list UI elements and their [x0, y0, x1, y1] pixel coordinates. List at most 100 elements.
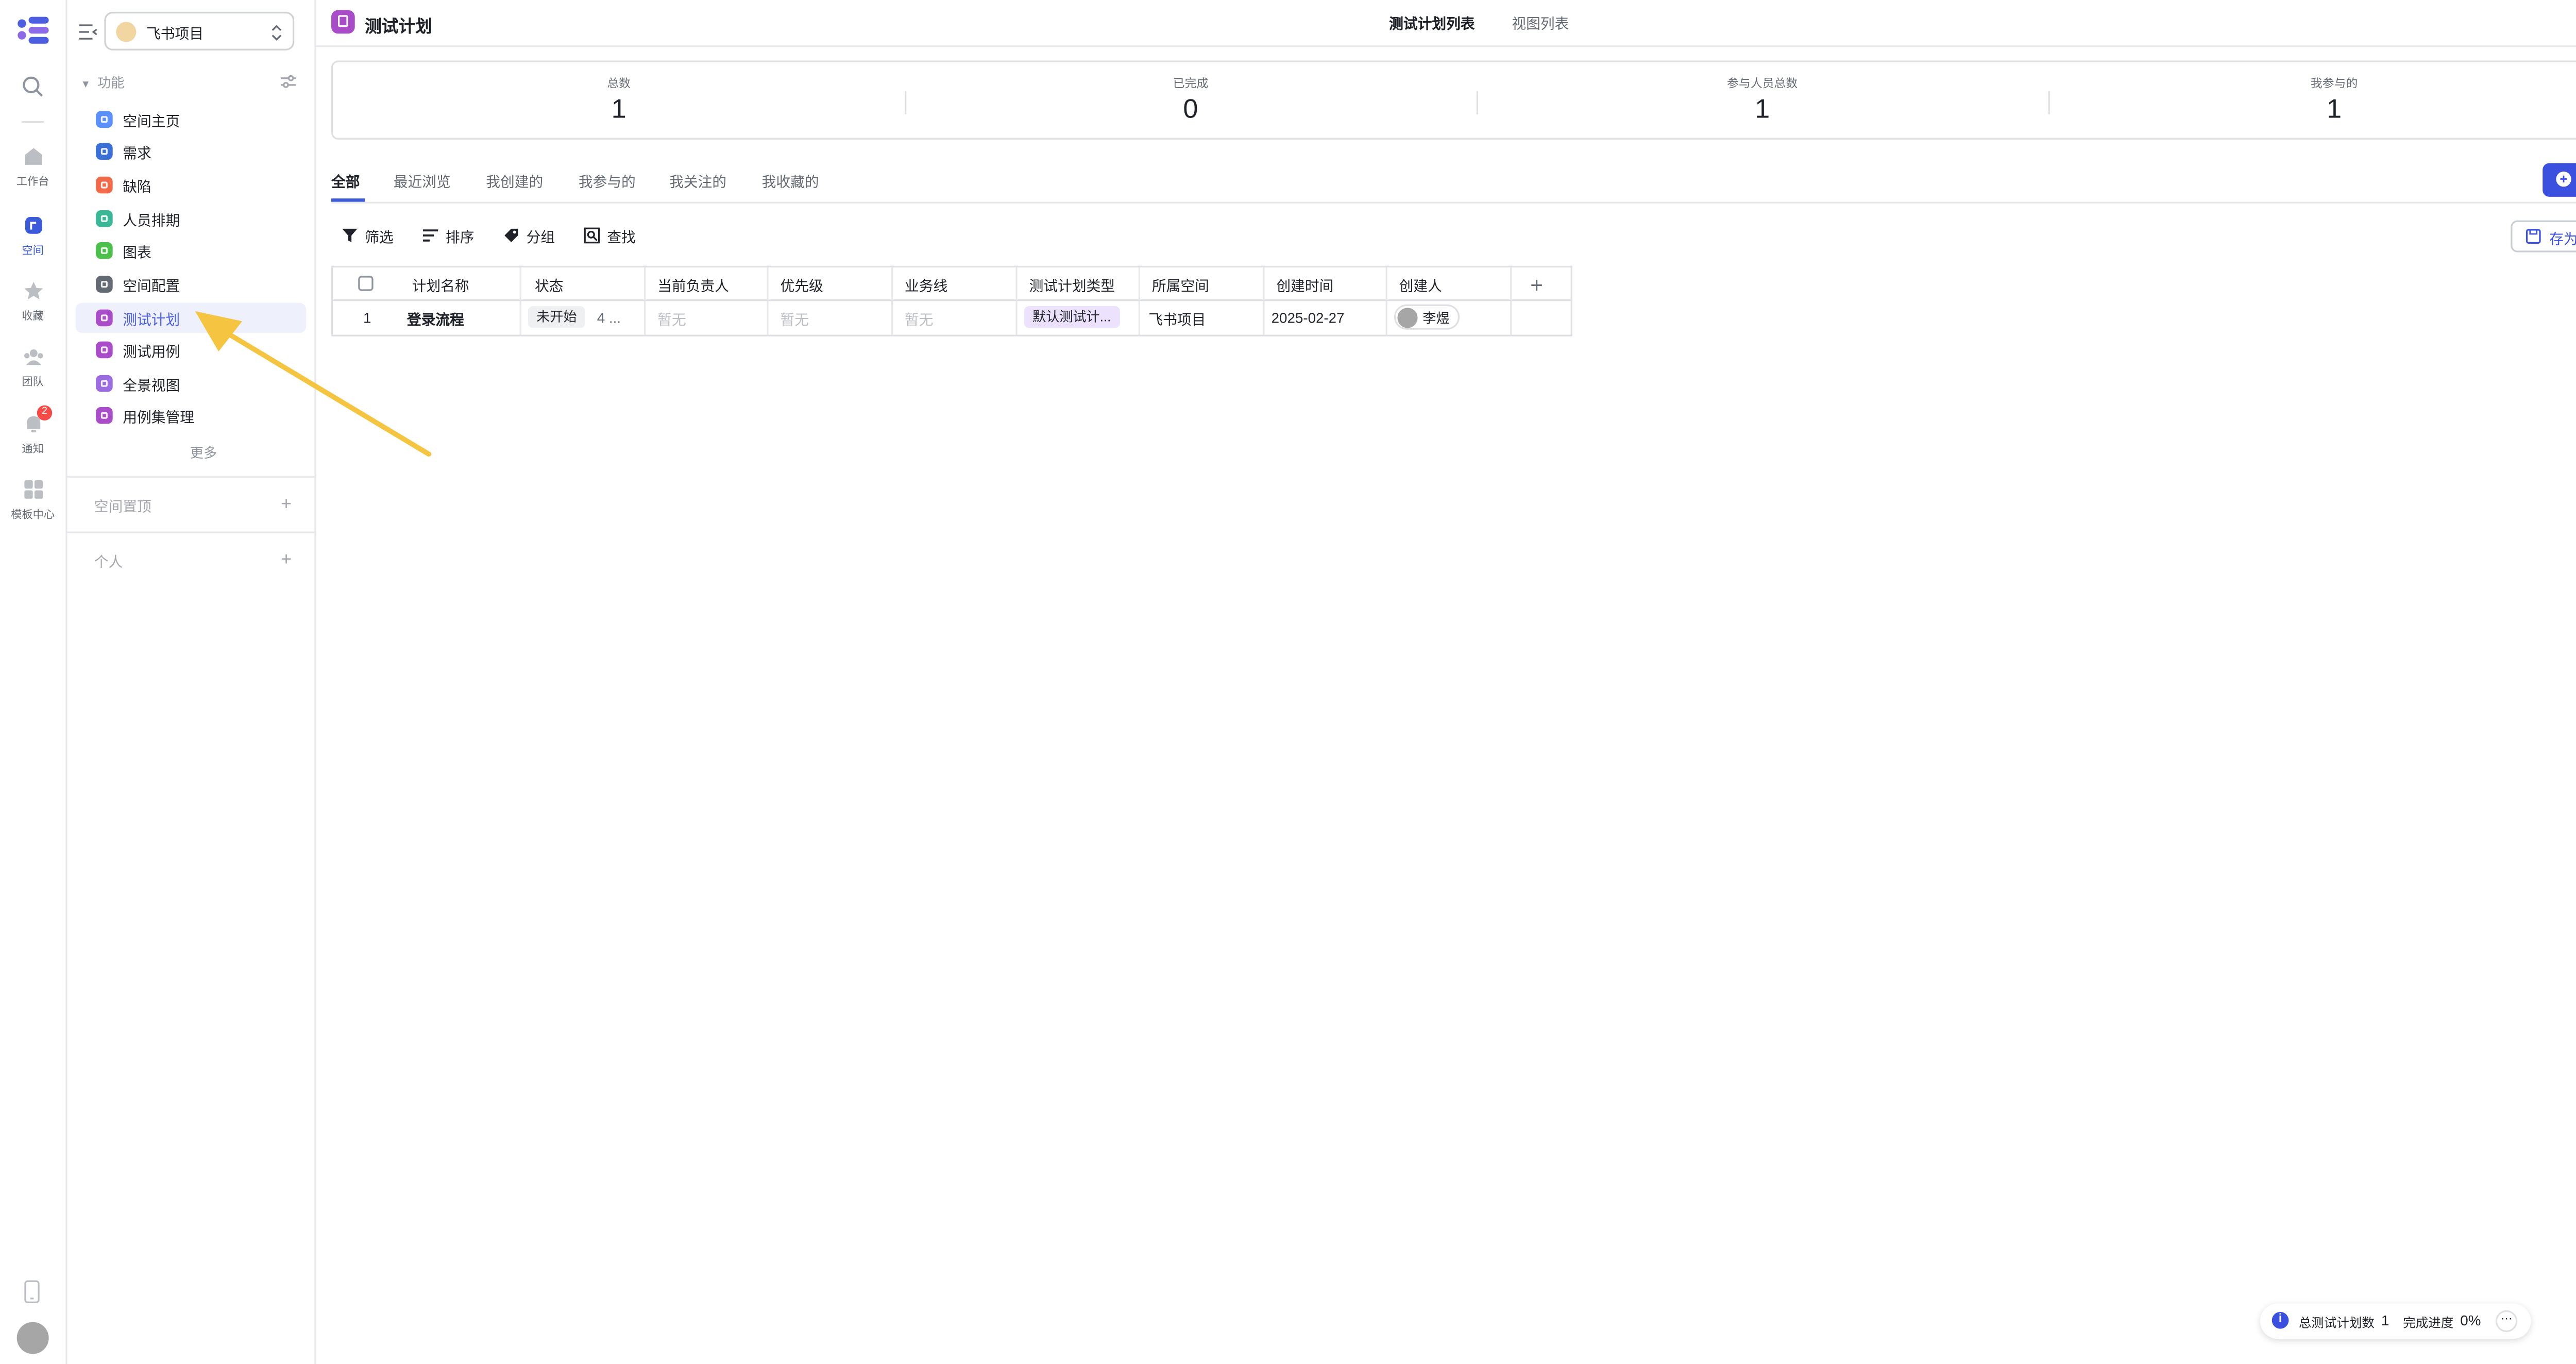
- owner-value: 暂无: [657, 311, 686, 328]
- test-plan-icon: [96, 309, 113, 327]
- project-selector[interactable]: 飞书项目: [104, 11, 295, 50]
- status-badge: 未开始: [528, 306, 585, 328]
- creator-name: 李煜: [1422, 311, 1450, 327]
- sidebar-item-label: 缺陷: [123, 178, 151, 195]
- settings-toggle-icon[interactable]: [281, 74, 296, 89]
- section-header-features[interactable]: ▼ 功能: [81, 74, 125, 93]
- rail-item-label: 通知: [22, 444, 44, 456]
- sidebar-item-label: 空间主页: [123, 112, 180, 130]
- add-column-icon[interactable]: +: [1530, 274, 1543, 296]
- status-cell[interactable]: 未开始 4 ...: [521, 301, 646, 335]
- sidebar-item-defects[interactable]: 缺陷: [76, 170, 306, 200]
- plan-type-badge: 默认测试计...: [1024, 306, 1120, 328]
- space-config-icon: [96, 276, 113, 293]
- column-header-label: 所属空间: [1151, 277, 1209, 295]
- tab-plan-list[interactable]: 测试计划列表: [1389, 13, 1475, 33]
- annotation-arrow: [195, 311, 432, 457]
- sort-icon: [422, 229, 438, 242]
- column-header-label: 计划名称: [412, 277, 469, 295]
- collapse-sidebar-icon[interactable]: [79, 24, 97, 41]
- sidebar-item-charts[interactable]: 图表: [76, 235, 306, 266]
- progress-value: 0%: [2460, 1311, 2481, 1329]
- sidebar-item-staffing[interactable]: 人员排期: [76, 204, 306, 234]
- filter-tab-created[interactable]: 我创建的: [486, 172, 543, 192]
- space-icon: [24, 217, 41, 234]
- rail-item-space[interactable]: 空间: [0, 214, 65, 258]
- filter-tab-favorited[interactable]: 我收藏的: [762, 172, 819, 192]
- total-plans-value: 1: [2381, 1311, 2389, 1329]
- save-icon: [2526, 229, 2541, 244]
- status-extra: 4 ...: [597, 309, 621, 327]
- stat-value: 1: [2326, 96, 2342, 125]
- add-pinned-icon[interactable]: +: [281, 495, 292, 514]
- filter-tab-recent[interactable]: 最近浏览: [394, 172, 451, 192]
- user-avatar[interactable]: [16, 1322, 49, 1354]
- filter-tab-followed[interactable]: 我关注的: [669, 172, 726, 192]
- plan-type-cell[interactable]: 默认测试计...: [1018, 301, 1141, 335]
- app-logo-icon[interactable]: [17, 15, 49, 44]
- stats-panel: 总数 1 已完成 0 参与人员总数 1 我参与的 1: [331, 60, 2576, 141]
- owner-cell[interactable]: 暂无: [646, 301, 769, 335]
- business-cell[interactable]: 暂无: [893, 301, 1018, 335]
- space-cell[interactable]: 飞书项目: [1140, 301, 1265, 335]
- rail-item-notifications[interactable]: 2 通知: [0, 405, 65, 456]
- personal-section-label[interactable]: 个人: [94, 552, 123, 572]
- column-header-owner[interactable]: 当前负责人: [646, 267, 769, 301]
- filter-tab-participated[interactable]: 我参与的: [579, 172, 636, 192]
- rail-item-favorites[interactable]: 收藏: [0, 279, 65, 323]
- rail-item-team[interactable]: 团队: [0, 345, 65, 389]
- add-personal-icon[interactable]: +: [281, 551, 292, 569]
- stat-label: 总数: [607, 79, 631, 91]
- avatar: [1397, 308, 1418, 328]
- template-icon: [23, 480, 42, 499]
- sidebar: 飞书项目 ▼ 功能 空间主页 需求 缺陷 人员排期 图表 空间配置 测试计划 测试用例 全景视图用…: [67, 0, 316, 1364]
- column-header-created-at[interactable]: 创建时间: [1264, 267, 1387, 301]
- column-header-priority[interactable]: 优先级: [768, 267, 893, 301]
- rail-item-templates[interactable]: 模板中心: [0, 478, 65, 521]
- rail-divider: [22, 121, 44, 123]
- info-icon: i: [2272, 1311, 2289, 1329]
- pinned-section-label[interactable]: 空间置顶: [94, 496, 151, 516]
- app-rail: 工作台 空间 收藏 团队 2 通知 模板中心: [0, 0, 67, 1364]
- sidebar-item-space-home[interactable]: 空间主页: [76, 104, 306, 134]
- sidebar-divider: [67, 531, 315, 533]
- column-header-label: 测试计划类型: [1029, 277, 1115, 295]
- stat-participants: 参与人员总数 1: [1477, 62, 2048, 141]
- filter-tab-all[interactable]: 全部: [331, 172, 360, 192]
- stat-value: 0: [1183, 96, 1198, 125]
- creator-cell[interactable]: 李煜: [1387, 301, 1512, 335]
- search-icon[interactable]: [22, 76, 43, 97]
- rail-item-label: 空间: [22, 245, 44, 258]
- column-header-space[interactable]: 所属空间: [1140, 267, 1265, 301]
- mobile-icon[interactable]: [22, 1280, 42, 1304]
- rail-item-workbench[interactable]: 工作台: [0, 145, 65, 189]
- column-header-status[interactable]: 状态: [521, 267, 646, 301]
- add-column-cell: +: [1512, 267, 1571, 301]
- plans-table: 计划名称 状态 当前负责人 优先级 业务线 测试计划类型 所属空间 创建时间 创…: [331, 265, 1572, 336]
- new-button[interactable]: + 新建: [2543, 163, 2576, 197]
- top-bar: 测试计划 测试计划列表 视图列表: [316, 0, 2576, 47]
- tabs-divider: [331, 201, 2576, 204]
- tab-view-list[interactable]: 视图列表: [1512, 13, 1569, 33]
- column-header-creator[interactable]: 创建人: [1387, 267, 1512, 301]
- more-options-icon[interactable]: ···: [2495, 1310, 2518, 1333]
- priority-cell[interactable]: 暂无: [769, 301, 893, 335]
- column-header-plan-type[interactable]: 测试计划类型: [1017, 267, 1141, 301]
- defects-icon: [96, 176, 113, 194]
- select-all-checkbox[interactable]: [358, 276, 374, 291]
- home-icon: [24, 148, 41, 165]
- project-avatar: [116, 22, 137, 42]
- total-plans-label: 总测试计划数: [2298, 1315, 2375, 1331]
- save-view-button[interactable]: 存为视图: [2511, 220, 2576, 252]
- sidebar-item-requirements[interactable]: 需求: [76, 136, 306, 166]
- rail-item-label: 工作台: [16, 176, 49, 189]
- rail-item-label: 收藏: [22, 311, 44, 323]
- stat-value: 1: [611, 96, 626, 125]
- column-header-label: 优先级: [780, 277, 823, 295]
- sidebar-item-label: 空间配置: [123, 277, 180, 295]
- star-icon: [23, 281, 42, 299]
- created-at-cell[interactable]: 2025-02-27: [1265, 301, 1387, 335]
- creator-pill[interactable]: 李煜: [1394, 304, 1460, 330]
- column-header-label: 创建人: [1399, 277, 1442, 295]
- column-header-business[interactable]: 业务线: [893, 267, 1018, 301]
